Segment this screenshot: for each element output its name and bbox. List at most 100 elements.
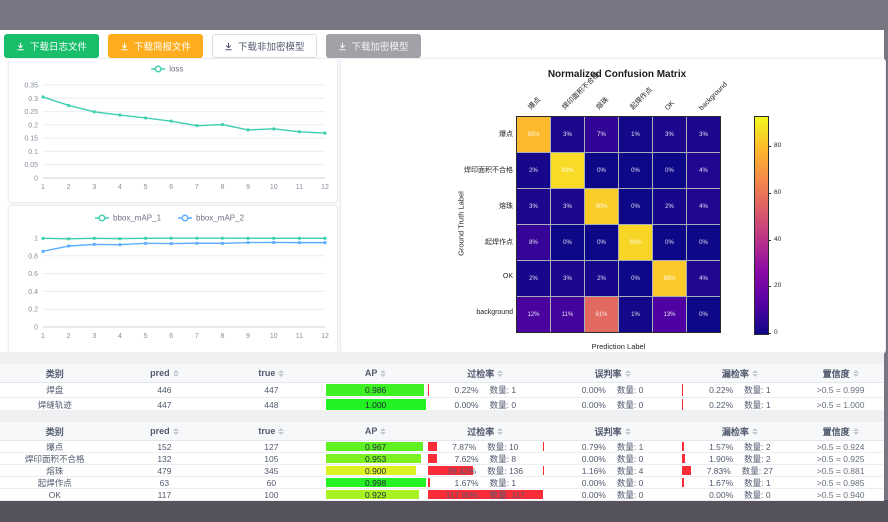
- download-log-button[interactable]: 下载日志文件: [4, 34, 99, 58]
- rate-percent: 0.22%: [709, 400, 733, 410]
- y-tick-label: 0.15: [24, 136, 38, 143]
- sort-caret-icon[interactable]: [853, 428, 859, 435]
- data-point: [195, 237, 198, 240]
- column-header-label: true: [258, 426, 275, 436]
- sort-caret-icon[interactable]: [752, 370, 758, 377]
- rate-count: 数量: 136: [487, 465, 523, 476]
- column-header-置信度[interactable]: 置信度: [797, 422, 884, 440]
- download-log-label: 下载日志文件: [30, 39, 87, 53]
- x-tick-label: 1: [41, 184, 45, 191]
- window-chrome-top: [0, 0, 888, 30]
- y-tick-label: 0.8: [28, 253, 38, 260]
- data-point: [246, 241, 249, 244]
- rate-count: 数量: 1: [744, 384, 770, 396]
- cell-ap: 0.900: [324, 465, 428, 476]
- column-header-label: 类别: [46, 367, 64, 380]
- rate-percent: 0.79%: [582, 442, 606, 452]
- cm-row-label: 爆点: [441, 129, 513, 139]
- sort-caret-icon[interactable]: [497, 428, 503, 435]
- column-header-AP[interactable]: AP: [324, 364, 428, 382]
- cell-confidence: >0.5 = 0.940: [797, 489, 884, 500]
- rate-percent: 1.16%: [582, 466, 606, 476]
- rate-percent: 1.90%: [709, 454, 733, 464]
- column-header-label: AP: [365, 426, 378, 436]
- colorbar-tick-mark: [768, 286, 771, 287]
- cm-row-label: background: [441, 309, 513, 316]
- cell-true: 100: [219, 489, 323, 500]
- rate-percent: 1.67%: [709, 478, 733, 488]
- data-point: [118, 237, 121, 240]
- data-point: [41, 237, 44, 240]
- sort-caret-icon[interactable]: [173, 370, 179, 377]
- cell-misjudge-rate: 0.00%数量: 0: [543, 453, 683, 464]
- legend-bbox_mAP_1[interactable]: bbox_mAP_1: [95, 214, 162, 223]
- cm-cell-熔珠-焊印面积不合格: 3%: [551, 189, 584, 224]
- sort-caret-icon[interactable]: [752, 428, 758, 435]
- data-point: [41, 95, 44, 98]
- column-header-过检率[interactable]: 过检率: [428, 422, 543, 440]
- column-header-误判率[interactable]: 误判率: [543, 364, 683, 382]
- rate-percent: 1.67%: [454, 478, 478, 488]
- cm-cell-background-熔珠: 61%: [585, 297, 618, 332]
- cell-true: 105: [219, 453, 323, 464]
- cell-class: 爆点: [0, 441, 110, 452]
- divider: [0, 352, 884, 364]
- column-header-true[interactable]: true: [219, 422, 323, 440]
- bbox-map-line-chart: 00.20.40.60.81123456789101112bbox_mAP_1b…: [9, 206, 335, 351]
- data-point: [323, 241, 326, 244]
- table-row: 焊印面积不合格1321050.9537.62%数量: 80.00%数量: 01.…: [0, 453, 884, 465]
- column-header-true[interactable]: true: [219, 364, 323, 382]
- cell-misjudge-rate: 1.16%数量: 4: [543, 465, 683, 476]
- rate-percent: 7.83%: [707, 466, 731, 476]
- prediction-label-axis: Prediction Label: [516, 342, 721, 351]
- column-header-漏检率[interactable]: 漏检率: [682, 364, 797, 382]
- download-icon: [338, 42, 347, 51]
- y-tick-label: 0.1: [28, 149, 38, 156]
- rate-count: 数量: 27: [742, 465, 773, 476]
- sort-caret-icon[interactable]: [173, 428, 179, 435]
- column-header-pred[interactable]: pred: [110, 364, 220, 382]
- sort-caret-icon[interactable]: [278, 370, 284, 377]
- column-header-pred[interactable]: pred: [110, 422, 220, 440]
- cm-cell-OK-爆点: 2%: [517, 261, 550, 296]
- download-plain-model-button[interactable]: 下载非加密模型: [212, 34, 317, 58]
- y-tick-label: 0.4: [28, 289, 38, 296]
- data-point: [67, 244, 70, 247]
- ap-value: 0.967: [326, 442, 426, 451]
- column-header-AP[interactable]: AP: [324, 422, 428, 440]
- download-encrypted-model-button[interactable]: 下载加密模型: [326, 34, 421, 58]
- sort-caret-icon[interactable]: [278, 428, 284, 435]
- column-header-label: pred: [150, 426, 170, 436]
- column-header-label: 误判率: [595, 367, 622, 380]
- rate-percent: 0.00%: [582, 400, 606, 410]
- x-tick-label: 9: [246, 333, 250, 340]
- x-tick-label: 11: [296, 184, 303, 191]
- legend-loss[interactable]: loss: [151, 65, 183, 74]
- loss-line-chart: 00.050.10.150.20.250.30.3512345678910111…: [9, 59, 335, 200]
- sort-caret-icon[interactable]: [497, 370, 503, 377]
- column-header-label: 置信度: [823, 425, 850, 438]
- x-tick-label: 6: [169, 333, 173, 340]
- column-header-过检率[interactable]: 过检率: [428, 364, 543, 382]
- column-header-类别: 类别: [0, 364, 110, 382]
- legend-bbox_mAP_2[interactable]: bbox_mAP_2: [178, 214, 245, 223]
- cm-cell-熔珠-爆点: 3%: [517, 189, 550, 224]
- data-point: [67, 104, 70, 107]
- cell-confidence: >0.5 = 0.924: [797, 441, 884, 452]
- sort-caret-icon[interactable]: [625, 370, 631, 377]
- x-tick-label: 1: [41, 333, 45, 340]
- download-brief-button[interactable]: 下载简报文件: [108, 34, 203, 58]
- sort-caret-icon[interactable]: [853, 370, 859, 377]
- download-brief-label: 下载简报文件: [134, 39, 191, 53]
- download-toolbar: 下载日志文件 下载简报文件 下载非加密模型 下载加密模型: [4, 35, 421, 57]
- column-header-误判率[interactable]: 误判率: [543, 422, 683, 440]
- sort-caret-icon[interactable]: [380, 428, 386, 435]
- column-header-置信度[interactable]: 置信度: [797, 364, 884, 382]
- cm-cell-起焊作点-焊印面积不合格: 0%: [551, 225, 584, 260]
- sort-caret-icon[interactable]: [380, 370, 386, 377]
- rate-count: 数量: 0: [744, 489, 770, 500]
- series-line-loss: [43, 97, 325, 133]
- sort-caret-icon[interactable]: [625, 428, 631, 435]
- data-point: [41, 250, 44, 253]
- column-header-漏检率[interactable]: 漏检率: [682, 422, 797, 440]
